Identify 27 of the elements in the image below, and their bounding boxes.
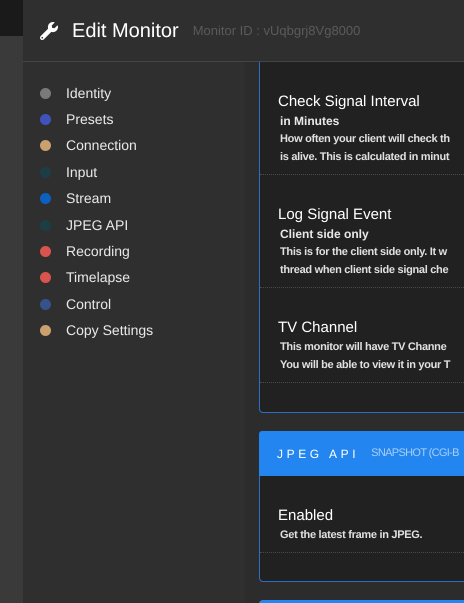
section-title: JPEG API xyxy=(277,446,360,462)
setting-title: TV Channel xyxy=(278,318,358,338)
setting-subtitle: Client side only xyxy=(279,226,369,243)
sidebar-link[interactable]: Input xyxy=(66,162,98,183)
setting-title: Enabled xyxy=(278,506,334,526)
sidebar-link[interactable]: Control xyxy=(66,294,112,315)
section-subtitle: SNAPSHOT (CGI-B xyxy=(371,446,459,462)
sidebar-link[interactable]: Copy Settings xyxy=(66,320,154,342)
setting-description: Get the latest frame in JPEG. xyxy=(279,528,422,543)
sidebar-link[interactable]: Presets xyxy=(66,109,114,130)
modal-title: Edit Monitor xyxy=(72,18,179,44)
sidebar-link[interactable]: JPEG API xyxy=(66,214,128,236)
setting-description: How often your client will check th xyxy=(279,132,450,147)
setting-description: thread when client side signal che xyxy=(279,263,448,278)
sidebar-link[interactable]: Recording xyxy=(66,241,130,262)
setting-description: This monitor will have TV Channe xyxy=(279,340,446,355)
setting-subtitle: in Minutes xyxy=(279,113,340,130)
wrench-icon xyxy=(40,22,58,40)
sidebar-link[interactable]: Stream xyxy=(66,188,112,210)
sidebar-link[interactable]: Connection xyxy=(66,135,137,156)
setting-title: Log Signal Event xyxy=(278,205,392,225)
setting-description: is alive. This is calculated in minut xyxy=(279,150,450,165)
setting-description: You will be able to view it in your T xyxy=(279,358,450,373)
sidebar-link[interactable]: Timelapse xyxy=(66,267,130,288)
setting-title: Check Signal Interval xyxy=(278,92,420,112)
sidebar-link[interactable]: Identity xyxy=(66,82,112,104)
setting-description: This is for the client side only. It w xyxy=(279,245,447,260)
